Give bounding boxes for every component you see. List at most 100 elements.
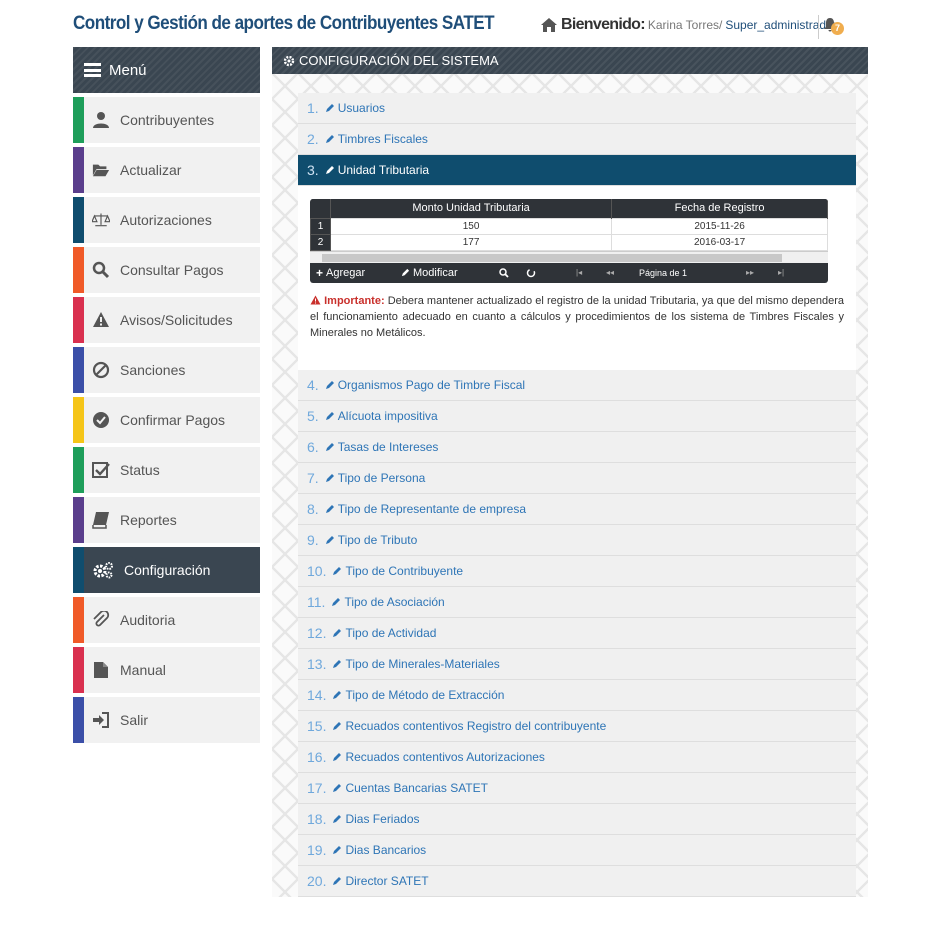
accordion-item[interactable]: 19. Dias Bancarios bbox=[298, 835, 856, 866]
accordion-item[interactable]: 12. Tipo de Actividad bbox=[298, 618, 856, 649]
pencil-icon bbox=[333, 753, 342, 761]
accordion-remaining: 4. Organismos Pago de Timbre Fiscal 5. Alíc… bbox=[298, 370, 856, 897]
item-number: 7. bbox=[307, 470, 319, 486]
home-icon[interactable] bbox=[540, 17, 558, 33]
check-circle-icon bbox=[92, 411, 110, 429]
item-label: Dias Feriados bbox=[345, 812, 420, 826]
accordion-item[interactable]: 11. Tipo de Asociación bbox=[298, 587, 856, 618]
refresh-icon[interactable] bbox=[526, 268, 536, 281]
user-name: Karina Torres/ bbox=[647, 18, 723, 32]
item-number: 18. bbox=[307, 811, 327, 827]
item-label: Tipo de Tributo bbox=[337, 533, 418, 547]
notification-badge: 7 bbox=[831, 22, 844, 35]
grid-pager: + Agregar Modificar |◂ ◂◂ Página de 1 ▸▸… bbox=[310, 263, 828, 283]
sidebar-item-reportes[interactable]: Reportes bbox=[73, 497, 260, 543]
warning-icon bbox=[92, 311, 110, 329]
cell-monto: 150 bbox=[329, 217, 613, 235]
horizontal-scrollbar[interactable] bbox=[310, 250, 828, 263]
sidebar-item-avisos[interactable]: Avisos/Solicitudes bbox=[73, 297, 260, 343]
accordion-item[interactable]: 6. Tasas de Intereses bbox=[298, 432, 856, 463]
pencil-icon bbox=[325, 505, 334, 513]
accordion-item[interactable]: 2. Timbres Fiscales bbox=[298, 124, 856, 155]
plus-icon: + bbox=[316, 265, 324, 280]
accordion-item[interactable]: 8. Tipo de Representante de empresa bbox=[298, 494, 856, 525]
sidebar-item-autorizaciones[interactable]: Autorizaciones bbox=[73, 197, 260, 243]
table-row[interactable]: 1 150 2015-11-26 bbox=[310, 217, 828, 235]
pencil-icon bbox=[333, 846, 342, 854]
notification-button[interactable]: 7 bbox=[818, 15, 846, 39]
item-number: 9. bbox=[307, 532, 319, 548]
row-number: 2 bbox=[310, 233, 331, 251]
sidebar-item-status[interactable]: Status bbox=[73, 447, 260, 493]
sidebar-item-salir[interactable]: Salir bbox=[73, 697, 260, 743]
item-label: Tipo de Persona bbox=[337, 471, 426, 485]
sidebar-item-label: Sanciones bbox=[120, 362, 186, 378]
sidebar-item-label: Configuración bbox=[124, 562, 211, 578]
sidebar-item-configuracion[interactable]: Configuración bbox=[73, 547, 260, 593]
accordion-item[interactable]: 1. Usuarios bbox=[298, 93, 856, 124]
first-page-icon[interactable]: |◂ bbox=[576, 268, 582, 277]
accordion-item[interactable]: 4. Organismos Pago de Timbre Fiscal bbox=[298, 370, 856, 401]
item-number: 1. bbox=[307, 100, 319, 116]
accordion-item[interactable]: 18. Dias Feriados bbox=[298, 804, 856, 835]
item-label: Recuados contentivos Autorizaciones bbox=[345, 750, 545, 764]
accordion-item[interactable]: 9. Tipo de Tributo bbox=[298, 525, 856, 556]
accordion-item[interactable]: 7. Tipo de Persona bbox=[298, 463, 856, 494]
next-page-icon[interactable]: ▸▸ bbox=[746, 268, 754, 277]
row-number: 1 bbox=[310, 217, 331, 235]
folder-open-icon bbox=[92, 161, 110, 179]
warning-icon bbox=[310, 295, 321, 304]
search-icon[interactable] bbox=[499, 267, 509, 281]
item-label: Unidad Tributaria bbox=[337, 163, 430, 177]
accordion-item[interactable]: 14. Tipo de Método de Extracción bbox=[298, 680, 856, 711]
accordion-item[interactable]: 5. Alícuota impositiva bbox=[298, 401, 856, 432]
prev-page-icon[interactable]: ◂◂ bbox=[606, 268, 614, 277]
item-label: Timbres Fiscales bbox=[337, 132, 428, 146]
item-number: 19. bbox=[307, 842, 327, 858]
cell-fecha: 2015-11-26 bbox=[611, 217, 828, 235]
cogs-icon bbox=[92, 561, 114, 579]
book-icon bbox=[92, 511, 110, 529]
item-number: 5. bbox=[307, 408, 319, 424]
pencil-icon bbox=[333, 660, 342, 668]
item-number: 13. bbox=[307, 656, 327, 672]
column-header[interactable]: Monto Unidad Tributaria bbox=[330, 199, 613, 218]
sidebar-item-confirmar-pagos[interactable]: Confirmar Pagos bbox=[73, 397, 260, 443]
pencil-icon bbox=[325, 381, 334, 389]
sidebar-item-auditoria[interactable]: Auditoria bbox=[73, 597, 260, 643]
accordion-item[interactable]: 15. Recuados contentivos Registro del con… bbox=[298, 711, 856, 742]
accordion-item[interactable]: 10. Tipo de Contribuyente bbox=[298, 556, 856, 587]
note-text: Debera mantener actualizado el registro … bbox=[310, 294, 845, 339]
cell-monto: 177 bbox=[329, 233, 613, 251]
accordion-item[interactable]: 17. Cuentas Bancarias SATET bbox=[298, 773, 856, 804]
sidebar-item-sanciones[interactable]: Sanciones bbox=[73, 347, 260, 393]
sidebar-item-label: Auditoria bbox=[120, 612, 176, 628]
menu-toggle[interactable]: Menú bbox=[73, 47, 260, 93]
sidebar: Menú Contribuyentes Actualizar Autorizac… bbox=[73, 47, 260, 743]
accordion-item[interactable]: 13. Tipo de Minerales-Materiales bbox=[298, 649, 856, 680]
sidebar-item-label: Manual bbox=[120, 662, 166, 678]
last-page-icon[interactable]: ▸| bbox=[778, 268, 784, 277]
add-button[interactable]: + Agregar bbox=[316, 266, 365, 280]
item-label: Organismos Pago de Timbre Fiscal bbox=[337, 378, 526, 392]
pencil-icon bbox=[325, 104, 334, 112]
sidebar-item-manual[interactable]: Manual bbox=[73, 647, 260, 693]
row-number-header bbox=[310, 199, 331, 218]
file-icon bbox=[92, 661, 110, 679]
column-header[interactable]: Fecha de Registro bbox=[611, 199, 828, 218]
item-number: 4. bbox=[307, 377, 319, 393]
sidebar-item-contribuyentes[interactable]: Contribuyentes bbox=[73, 97, 260, 143]
accordion-item[interactable]: 20. Director SATET bbox=[298, 866, 856, 897]
table-row[interactable]: 2 177 2016-03-17 bbox=[310, 233, 828, 251]
accordion-item[interactable]: 16. Recuados contentivos Autorizaciones bbox=[298, 742, 856, 773]
item-number: 20. bbox=[307, 873, 327, 889]
sidebar-item-consultar-pagos[interactable]: Consultar Pagos bbox=[73, 247, 260, 293]
page-info: Página de 1 bbox=[639, 267, 688, 278]
accordion-item-active[interactable]: 3. Unidad Tributaria bbox=[298, 155, 856, 186]
sidebar-item-label: Actualizar bbox=[120, 162, 182, 178]
edit-button[interactable]: Modificar bbox=[401, 267, 458, 279]
item-number: 15. bbox=[307, 718, 327, 734]
sidebar-item-actualizar[interactable]: Actualizar bbox=[73, 147, 260, 193]
pencil-icon bbox=[401, 268, 410, 277]
scroll-thumb[interactable] bbox=[322, 253, 782, 262]
